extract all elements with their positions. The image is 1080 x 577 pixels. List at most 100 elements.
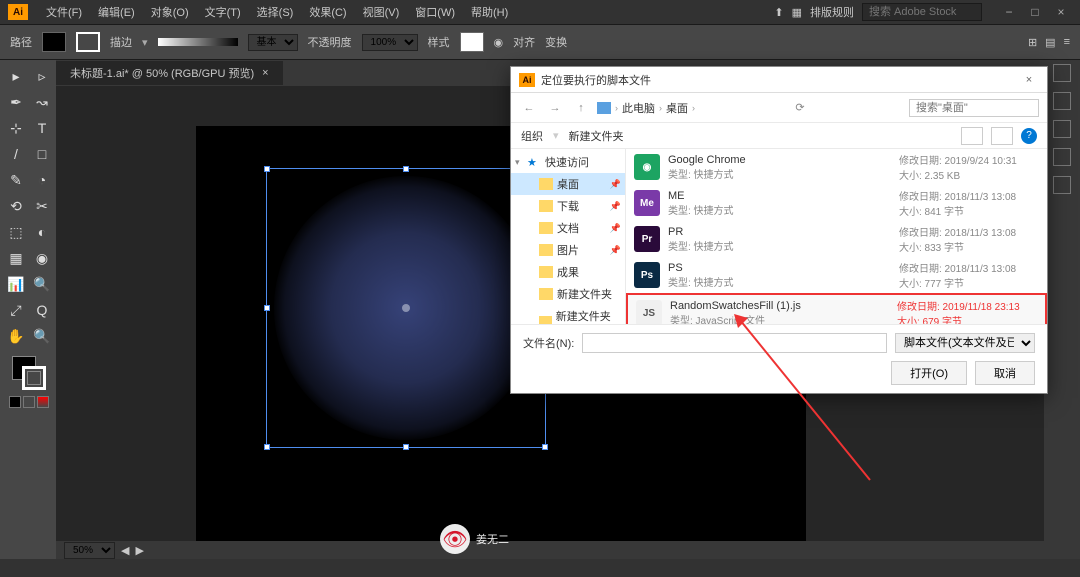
menu-文字(T)[interactable]: 文字(T) (197, 4, 249, 20)
file-row[interactable]: PsPS类型: 快捷方式修改日期: 2018/11/3 13:08大小: 777… (626, 257, 1047, 293)
nav-next-icon[interactable]: ▶ (135, 544, 143, 557)
help-icon[interactable]: ? (1021, 128, 1037, 144)
tool-2[interactable]: ✒ (4, 90, 28, 114)
fill-swatch[interactable] (42, 32, 66, 52)
selection-handle[interactable] (542, 444, 548, 450)
nav-prev-icon[interactable]: ◀ (121, 544, 129, 557)
color-panel-icon[interactable] (1053, 64, 1071, 82)
zoom-select[interactable]: 50% (64, 542, 115, 559)
brush-select[interactable]: 基本 (248, 34, 298, 51)
swatches-panel-icon[interactable] (1053, 92, 1071, 110)
refresh-icon[interactable]: ⟳ (795, 101, 804, 114)
tool-16[interactable]: 📊 (4, 272, 28, 296)
sidebar-item-新建文件夹 (3)[interactable]: 新建文件夹 (3) (511, 305, 625, 324)
panel-icon-2[interactable]: ▤ (1045, 36, 1055, 49)
selection-handle[interactable] (264, 305, 270, 311)
stroke-swatch[interactable] (76, 32, 100, 52)
menu-选择(S)[interactable]: 选择(S) (249, 4, 302, 20)
menu-对象(O)[interactable]: 对象(O) (143, 4, 197, 20)
breadcrumb[interactable]: › 此电脑 › 桌面 › (597, 100, 695, 116)
tool-12[interactable]: ⬚ (4, 220, 28, 244)
dialog-close-button[interactable]: × (1019, 74, 1039, 86)
menu-帮助(H)[interactable]: 帮助(H) (463, 4, 516, 20)
crumb-desktop[interactable]: 桌面 (666, 100, 688, 116)
dialog-search-input[interactable] (909, 99, 1039, 117)
tool-0[interactable]: ▸ (4, 64, 28, 88)
open-button[interactable]: 打开(O) (891, 361, 967, 385)
sidebar-item-新建文件夹[interactable]: 新建文件夹 (511, 283, 625, 305)
tool-7[interactable]: □ (30, 142, 54, 166)
maximize-button[interactable]: □ (1024, 5, 1046, 19)
new-folder-button[interactable]: 新建文件夹 (569, 128, 624, 144)
panel-icon-3[interactable]: ≡ (1064, 36, 1070, 49)
sidebar-item-图片[interactable]: 图片📌 (511, 239, 625, 261)
tool-3[interactable]: ↝ (30, 90, 54, 114)
stroke-weight[interactable] (158, 38, 238, 46)
menu-视图(V)[interactable]: 视图(V) (355, 4, 408, 20)
panel-icon-1[interactable]: ⊞ (1028, 36, 1037, 49)
crumb-pc[interactable]: 此电脑 (622, 100, 655, 116)
minimize-button[interactable]: − (998, 5, 1020, 19)
tool-13[interactable]: ◐ (30, 220, 54, 244)
close-tab-icon[interactable]: × (262, 67, 268, 79)
organize-button[interactable]: 组织 (521, 128, 543, 144)
file-row[interactable]: PrPR类型: 快捷方式修改日期: 2018/11/3 13:08大小: 833… (626, 221, 1047, 257)
stock-search-input[interactable] (862, 3, 982, 21)
tool-1[interactable]: ▹ (30, 64, 54, 88)
style-swatch[interactable] (460, 32, 484, 52)
nav-forward-icon[interactable]: → (545, 98, 565, 118)
sidebar-item-成果[interactable]: 成果 (511, 261, 625, 283)
document-tab[interactable]: 未标题-1.ai* @ 50% (RGB/GPU 预览) × (56, 61, 283, 85)
menu-编辑(E)[interactable]: 编辑(E) (90, 4, 143, 20)
menu-效果(C)[interactable]: 效果(C) (301, 4, 354, 20)
sidebar-item-快速访问[interactable]: ★快速访问 (511, 151, 625, 173)
opacity-select[interactable]: 100% (362, 34, 418, 51)
cancel-button[interactable]: 取消 (975, 361, 1035, 385)
file-row[interactable]: JSRandomSwatchesFill (1).js类型: JavaScrip… (626, 293, 1047, 324)
selection-handle[interactable] (264, 166, 270, 172)
fill-stroke-control[interactable] (4, 356, 54, 408)
tool-21[interactable]: 🔍 (30, 324, 54, 348)
layers-panel-icon[interactable] (1053, 148, 1071, 166)
tool-20[interactable]: ✋ (4, 324, 28, 348)
tool-19[interactable]: Q (30, 298, 54, 322)
tool-4[interactable]: ⊹ (4, 116, 28, 140)
sidebar-item-文档[interactable]: 文档📌 (511, 217, 625, 239)
file-row[interactable]: MeME类型: 快捷方式修改日期: 2018/11/3 13:08大小: 841… (626, 185, 1047, 221)
selection-handle[interactable] (264, 444, 270, 450)
doc-setup-icon[interactable]: ◉ (494, 36, 504, 49)
transform-label[interactable]: 变换 (545, 34, 567, 50)
tool-10[interactable]: ⟲ (4, 194, 28, 218)
tool-14[interactable]: ▦ (4, 246, 28, 270)
nav-up-icon[interactable]: ↑ (571, 98, 591, 118)
tool-9[interactable]: ◔ (30, 168, 54, 192)
file-row[interactable]: ◉Google Chrome类型: 快捷方式修改日期: 2019/9/24 10… (626, 149, 1047, 185)
menu-文件(F)[interactable]: 文件(F) (38, 4, 90, 20)
tool-8[interactable]: ✎ (4, 168, 28, 192)
share-icon[interactable]: ⬆ (774, 6, 783, 19)
preview-button[interactable] (991, 127, 1013, 145)
tool-5[interactable]: T (30, 116, 54, 140)
selection-handle[interactable] (403, 166, 409, 172)
properties-panel-icon[interactable] (1053, 176, 1071, 194)
arrange-icon[interactable]: ▦ (792, 6, 802, 19)
align-label[interactable]: 对齐 (513, 34, 535, 50)
close-button[interactable]: × (1050, 5, 1072, 19)
nav-back-icon[interactable]: ← (519, 98, 539, 118)
stroke-panel-icon[interactable] (1053, 120, 1071, 138)
file-name: PR (668, 226, 891, 238)
sidebar-item-桌面[interactable]: 桌面📌 (511, 173, 625, 195)
file-filter-select[interactable]: 脚本文件(文本文件及已编译文件 (895, 333, 1035, 353)
sidebar-item-下载[interactable]: 下载📌 (511, 195, 625, 217)
menu-窗口(W)[interactable]: 窗口(W) (407, 4, 463, 20)
tool-17[interactable]: 🔍 (30, 272, 54, 296)
selection-handle[interactable] (403, 444, 409, 450)
view-mode-button[interactable] (961, 127, 983, 145)
tool-6[interactable]: / (4, 142, 28, 166)
workspace-selector[interactable]: 排版规则 (810, 4, 854, 20)
filename-input[interactable] (582, 333, 887, 353)
tool-11[interactable]: ✂ (30, 194, 54, 218)
star-icon: ★ (527, 156, 541, 168)
tool-18[interactable]: ⤢ (4, 298, 28, 322)
tool-15[interactable]: ◉ (30, 246, 54, 270)
